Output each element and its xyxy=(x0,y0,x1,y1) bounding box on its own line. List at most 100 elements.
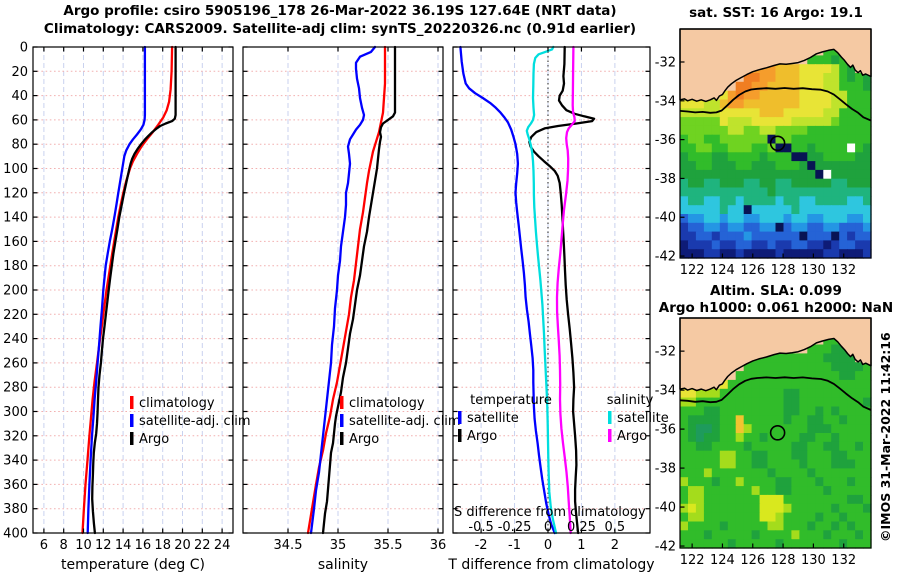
map-cell xyxy=(839,231,848,241)
map-cell xyxy=(807,539,816,549)
map-cell xyxy=(759,99,769,109)
x-tick-label: 34.5 xyxy=(274,538,303,553)
map-cell xyxy=(831,64,840,74)
map-cell xyxy=(855,187,864,197)
map-cell xyxy=(688,125,697,136)
map-cell xyxy=(680,214,689,224)
map-cell xyxy=(719,178,729,189)
map-cell xyxy=(815,512,824,522)
map-cell xyxy=(703,214,713,224)
map-cell xyxy=(767,494,777,505)
lat-tick-label: -32 xyxy=(655,55,676,70)
map-cell xyxy=(839,134,848,145)
map-cell xyxy=(823,117,832,127)
map-cell xyxy=(815,353,824,363)
map-cell xyxy=(831,196,840,206)
map-cell xyxy=(711,468,721,478)
map-cell xyxy=(727,530,737,540)
map-cell xyxy=(807,143,816,153)
map-cell xyxy=(719,196,729,206)
map-cell xyxy=(831,433,840,443)
map-cell xyxy=(735,424,745,434)
map-cell xyxy=(759,441,769,452)
depth-tick-label: 160 xyxy=(3,235,28,250)
map-cell xyxy=(815,240,824,250)
map-cell xyxy=(680,222,689,233)
map-cell xyxy=(743,441,753,452)
map-cell xyxy=(703,161,713,171)
map-cell xyxy=(791,205,800,215)
map-cell xyxy=(807,424,816,434)
x-axis-label: T difference from climatology xyxy=(447,557,654,573)
map-cell xyxy=(703,222,713,233)
map-cell xyxy=(680,486,689,496)
map-cell xyxy=(727,187,737,197)
map-cell xyxy=(831,521,840,531)
map-cell xyxy=(735,117,745,127)
x-tick-label: 14 xyxy=(115,538,132,553)
map-cell xyxy=(735,214,745,224)
map-cell xyxy=(759,152,769,162)
map-cell xyxy=(727,143,737,153)
map-cell xyxy=(863,240,872,250)
map-cell xyxy=(688,459,697,469)
map-cell xyxy=(759,379,769,390)
map-cell xyxy=(727,161,737,171)
map-cell xyxy=(863,371,872,381)
map-cell xyxy=(688,161,697,171)
map-cell xyxy=(807,240,816,250)
map-cell xyxy=(783,362,793,372)
map-cell xyxy=(735,512,745,522)
map-cell xyxy=(711,231,721,241)
depth-tick-label: 240 xyxy=(3,332,28,347)
map-cell xyxy=(703,169,713,180)
map-cell xyxy=(799,161,808,171)
legend-label: Argo xyxy=(139,432,169,447)
map-cell xyxy=(703,178,713,189)
map-cell xyxy=(815,441,824,452)
map-cell xyxy=(831,362,840,372)
map-cell xyxy=(775,73,785,83)
map-cell xyxy=(783,397,793,407)
map-cell xyxy=(735,459,745,469)
map-cell xyxy=(815,125,824,136)
map-cell xyxy=(839,486,848,496)
map-cell xyxy=(743,459,753,469)
map-cell xyxy=(855,117,864,127)
map-cell xyxy=(688,521,697,531)
map-cell xyxy=(735,187,745,197)
map-cell xyxy=(823,433,832,443)
map-cell xyxy=(711,512,721,522)
map-cell xyxy=(807,249,816,259)
map-cell xyxy=(680,143,689,153)
map-cell xyxy=(719,108,729,118)
map-cell xyxy=(847,187,856,197)
map-cell xyxy=(703,433,713,443)
x-tick-label: -2 xyxy=(475,538,488,553)
map-cell xyxy=(855,222,864,233)
map-cell xyxy=(791,353,800,363)
depth-tick-label: 120 xyxy=(3,186,28,201)
map-cell xyxy=(791,187,800,197)
map-cell xyxy=(767,379,777,390)
map-cell xyxy=(791,486,800,496)
map-cell xyxy=(855,486,864,496)
map-cell xyxy=(719,205,729,215)
map-cell xyxy=(783,81,793,92)
map-cell xyxy=(807,231,816,241)
map-sla-map: 122 124 126 128 130 132 -32 -34 -36 -38 -40 -42 xyxy=(655,317,872,568)
map-cell xyxy=(807,125,816,136)
map-cell xyxy=(783,178,793,189)
map-cell xyxy=(711,169,721,180)
map-cell xyxy=(839,108,848,118)
map-cell xyxy=(839,530,848,540)
lat-tick-label: -40 xyxy=(655,211,676,226)
map-cell xyxy=(735,99,745,109)
map-cell xyxy=(775,441,785,452)
map-cell xyxy=(695,196,705,206)
map-cell xyxy=(695,152,705,162)
map-cell xyxy=(703,521,713,531)
map-cell xyxy=(751,187,761,197)
map-cell xyxy=(823,169,832,180)
map-cell xyxy=(799,459,808,469)
